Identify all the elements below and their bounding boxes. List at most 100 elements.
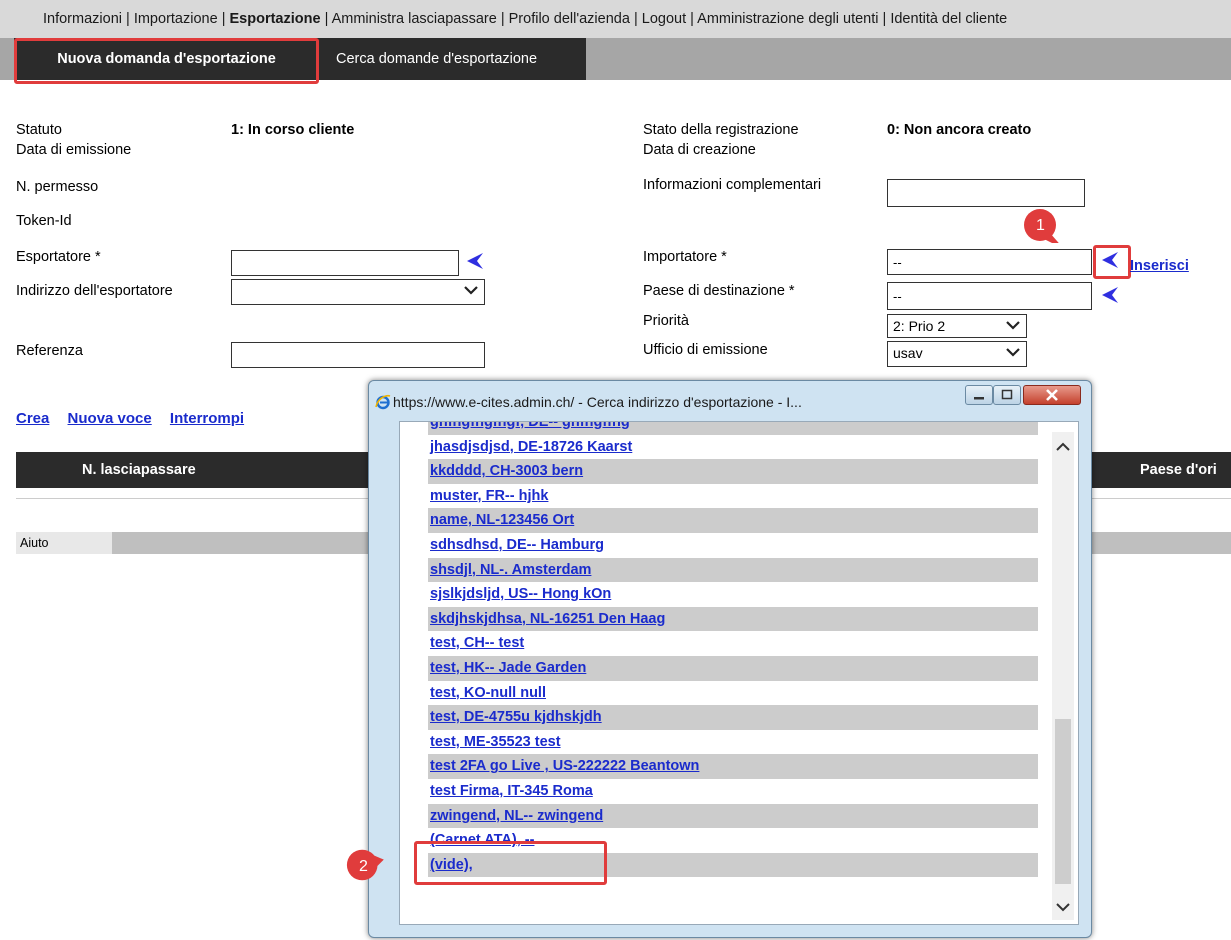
highlight-new-tab [14,38,319,84]
paese-lookup-arrow-icon[interactable] [1101,286,1119,304]
nav-informazioni[interactable]: Informazioni [43,11,122,27]
address-link[interactable]: test, KO-null null [430,685,546,701]
address-link[interactable]: ghfhgfhgfhgf, DE-- ghfhgffhg [430,422,630,430]
address-link[interactable]: sdhsdhsd, DE-- Hamburg [430,537,604,553]
list-item: ghfhgfhgfhgf, DE-- ghfhgffhg [428,422,1038,435]
address-link[interactable]: jhasdjsdjsd, DE-18726 Kaarst [430,439,632,455]
statuto-label: Statuto [16,122,62,138]
list-item: jhasdjsdjsd, DE-18726 Kaarst [428,435,1038,460]
permesso-label: N. permesso [16,179,99,195]
list-item: test, KO-null null [428,681,1038,706]
col-header-n-lasciapassare: N. lasciapassare [82,462,196,478]
address-link[interactable]: muster, FR-- hjhk [430,488,548,504]
maximize-button[interactable] [993,385,1021,405]
list-item: sjslkjdsljd, US-- Hong kOn [428,582,1038,607]
importatore-input[interactable] [887,249,1092,275]
nav-importazione[interactable]: Importazione [134,11,218,27]
list-item: sdhsdhsd, DE-- Hamburg [428,533,1038,558]
statuto-value: 1: In corso cliente [231,122,355,138]
nav-amministra-lasciapassare[interactable]: Amministra lasciapassare [332,11,497,27]
address-link[interactable]: test, CH-- test [430,635,524,651]
scroll-up-icon[interactable] [1056,442,1070,452]
interrompi-link[interactable]: Interrompi [170,410,244,427]
address-link[interactable]: shsdjl, NL-. Amsterdam [430,562,591,578]
address-link[interactable]: test Firma, IT-345 Roma [430,783,593,799]
indirizzo-select[interactable] [231,279,485,305]
list-item: name, NL-123456 Ort [428,508,1038,533]
list-item: kkdddd, CH-3003 bern [428,459,1038,484]
address-link[interactable]: name, NL-123456 Ort [430,512,574,528]
internet-explorer-icon [375,394,391,410]
nav-esportazione[interactable]: Esportazione [230,11,321,27]
ufficio-value: usav [893,345,923,361]
ufficio-emissione-label: Ufficio di emissione [643,342,768,358]
list-item: test, ME-35523 test [428,730,1038,755]
maximize-icon [1001,389,1013,400]
form-actions: Crea Nuova voce Interrompi [16,410,258,427]
list-item: zwingend, NL-- zwingend [428,803,1038,829]
nav-separator: | [882,11,887,27]
info-complementari-label: Informazioni complementari [643,177,822,193]
paese-destinazione-label: Paese di destinazione * [643,283,795,299]
stato-registrazione-label: Stato della registrazione [643,122,799,138]
priorita-value: 2: Prio 2 [893,318,946,334]
address-link[interactable]: test 2FA go Live , US-222222 Beantown [430,758,699,774]
esportatore-label: Esportatore * [16,249,101,265]
nav-amministrazione-utenti[interactable]: Amministrazione degli utenti [697,11,878,27]
address-link[interactable]: kkdddd, CH-3003 bern [430,463,583,479]
close-icon [1046,389,1058,401]
nav-separator: | [221,11,226,27]
list-item: test 2FA go Live , US-222222 Beantown [428,754,1038,779]
step-badge-1-number: 1 [1036,217,1045,234]
info-complementari-input[interactable] [887,179,1085,207]
esportatore-lookup-arrow-icon[interactable] [466,252,484,270]
importatore-label: Importatore * [643,249,727,265]
priorita-select[interactable]: 2: Prio 2 [887,314,1027,338]
priorita-label: Priorità [643,313,689,329]
address-link[interactable]: test, ME-35523 test [430,734,561,750]
stato-registrazione-value: 0: Non ancora creato [887,122,1032,138]
list-item: test, DE-4755u kjdhskjdh [428,705,1038,730]
nav-profilo-azienda[interactable]: Profilo dell'azienda [509,11,630,27]
ufficio-emissione-select[interactable]: usav [887,341,1027,367]
inserisci-link[interactable]: Inserisci [1130,256,1189,276]
paese-destinazione-input[interactable] [887,282,1092,310]
nav-separator: | [500,11,505,27]
nuova-voce-link[interactable]: Nuova voce [68,410,152,427]
chevron-down-icon [1006,348,1020,357]
crea-link[interactable]: Crea [16,410,49,427]
scrollbar-thumb[interactable] [1055,719,1071,884]
minimize-icon [974,397,984,400]
close-button[interactable] [1023,385,1081,405]
address-link[interactable]: test, HK-- Jade Garden [430,660,586,676]
help-link[interactable]: Aiuto [16,532,112,554]
nav-logout[interactable]: Logout [642,11,686,27]
window-controls [935,385,1081,407]
address-link[interactable]: skdjhskjdhsa, NL-16251 Den Haag [430,611,665,627]
address-link[interactable]: test, DE-4755u kjdhskjdh [430,709,602,725]
nav-separator: | [633,11,638,27]
chevron-down-icon [464,286,478,295]
tab-search-export-requests[interactable]: Cerca domande d'esportazione [336,38,537,80]
nav-identita-cliente[interactable]: Identità del cliente [890,11,1007,27]
col-header-paese-origine: Paese d'ori [1140,462,1217,478]
referenza-input[interactable] [231,342,485,368]
list-item: muster, FR-- hjhk [428,484,1038,509]
referenza-label: Referenza [16,343,83,359]
popup-title: https://www.e-cites.admin.ch/ - Cerca in… [393,394,802,410]
token-label: Token-Id [16,213,72,229]
scroll-down-icon[interactable] [1056,902,1070,912]
data-emissione-label: Data di emissione [16,142,132,158]
nav-separator: | [126,11,130,27]
list-item: skdjhskjdhsa, NL-16251 Den Haag [428,606,1038,632]
esportatore-input[interactable] [231,250,459,276]
top-nav-links: Informazioni | Importazione | Esportazio… [43,11,1007,27]
minimize-button[interactable] [965,385,993,405]
top-navigation: Informazioni | Importazione | Esportazio… [0,0,1231,38]
address-link[interactable]: zwingend, NL-- zwingend [430,808,603,824]
list-item: test Firma, IT-345 Roma [428,779,1038,804]
address-link[interactable]: sjslkjdsljd, US-- Hong kOn [430,586,611,602]
popup-scrollbar[interactable] [1052,432,1074,920]
highlight-importatore-arrow [1093,245,1131,279]
nav-separator: | [690,11,694,27]
